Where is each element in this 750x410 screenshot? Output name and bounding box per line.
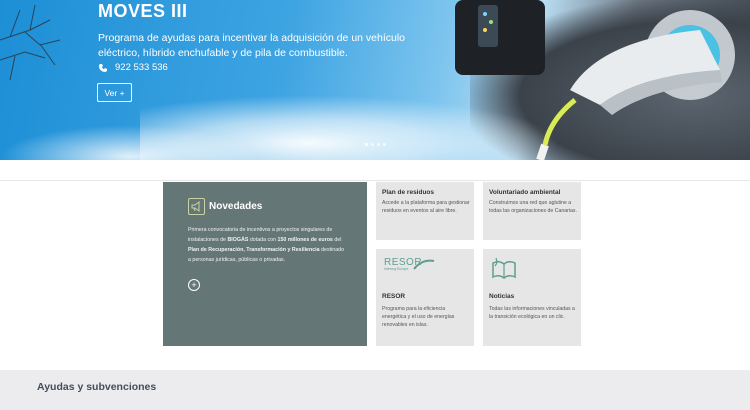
hero-description: Programa de ayudas para incentivar la ad…	[98, 32, 406, 59]
voluntariado-tile[interactable]: Voluntariado ambiental Construimos una r…	[483, 182, 581, 240]
tile-title: Noticias	[489, 293, 515, 300]
phone-icon	[99, 63, 107, 72]
resor-logo-mark-icon	[413, 259, 435, 270]
phone-number[interactable]: 922 533 536	[115, 62, 168, 73]
carousel-dot[interactable]	[377, 143, 380, 146]
carousel-dot[interactable]	[383, 143, 386, 146]
carousel-dot[interactable]	[365, 143, 368, 146]
section-title[interactable]: Ayudas y subvenciones	[37, 381, 156, 393]
resor-tile[interactable]: RESOR Interreg Europe RESOR Programa par…	[376, 249, 474, 346]
ev-charger-image	[455, 0, 735, 160]
tile-title: Voluntariado ambiental	[489, 189, 561, 196]
hero-phone: 922 533 536	[98, 62, 168, 73]
book-icon	[492, 257, 516, 279]
novedades-title: Novedades	[209, 201, 263, 212]
noticias-tile[interactable]: Noticias Todas las informaciones vincula…	[483, 249, 581, 346]
hero-more-button[interactable]: Ver +	[97, 83, 132, 102]
hero-title: MOVES III	[98, 1, 188, 21]
carousel-dots	[365, 143, 386, 146]
novedades-text: Primera convocatoria de incentivos a pro…	[188, 227, 345, 263]
tile-description: Accede a la plataforma para gestionar re…	[382, 200, 470, 214]
divider	[0, 180, 750, 181]
plan-residuos-tile[interactable]: Plan de residuos Accede a la plataforma …	[376, 182, 474, 240]
tile-title: RESOR	[382, 293, 406, 300]
tile-description: Construimos una red que aglutine a todas…	[489, 200, 577, 214]
tile-description: Todas las informaciones vinculadas a la …	[489, 306, 575, 320]
megaphone-icon	[188, 198, 205, 215]
hero-banner: MOVES III Programa de ayudas para incent…	[0, 0, 750, 160]
section-bar: Ayudas y subvenciones	[0, 370, 750, 410]
more-plus-button[interactable]: +	[188, 279, 200, 291]
carousel-dot[interactable]	[371, 143, 374, 146]
novedades-tile[interactable]: Novedades Primera convocatoria de incent…	[163, 182, 367, 346]
tile-title: Plan de residuos	[382, 189, 435, 196]
tile-description: Programa para la eficiencia energética y…	[382, 306, 455, 328]
